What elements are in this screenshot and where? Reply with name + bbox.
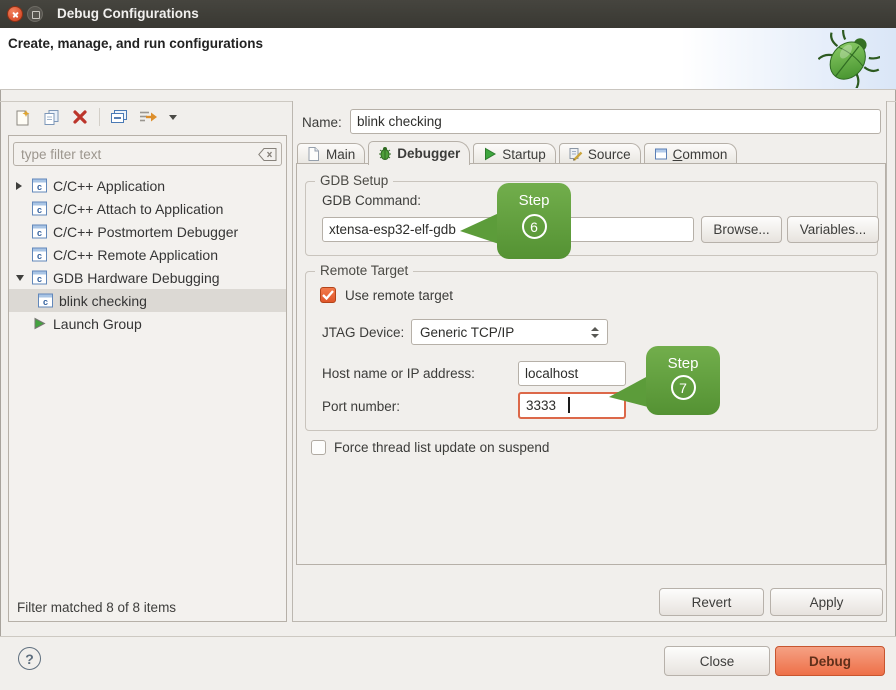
dialog-header: Create, manage, and run configurations [0,28,896,90]
tree-item-launch-group[interactable]: Launch Group [9,312,286,335]
tree-item-label: Launch Group [53,316,142,332]
step-7-callout: Step 7 [646,346,720,415]
tree-item-label: C/C++ Application [53,178,165,194]
use-remote-target-checkbox[interactable] [320,287,336,303]
svg-text:c: c [37,228,42,238]
jtag-device-combo[interactable]: Generic TCP/IP [411,319,608,345]
tab-debugger[interactable]: Debugger [368,141,470,165]
cpp-config-icon: c [32,224,47,239]
tab-main[interactable]: Main [297,143,365,164]
host-label: Host name or IP address: [322,366,475,381]
collapse-all-icon[interactable] [109,107,129,127]
text-cursor [568,397,570,413]
tab-common[interactable]: Common [644,143,738,164]
tree-item-cpp-postmortem[interactable]: c C/C++ Postmortem Debugger [9,220,286,243]
filter-status-text: Filter matched 8 of 8 items [17,600,176,615]
remote-target-group: Remote Target Use remote target JTAG Dev… [305,271,878,431]
apply-button[interactable]: Apply [770,588,883,616]
tree-item-label: C/C++ Remote Application [53,247,218,263]
startup-tab-icon [483,147,497,161]
cpp-config-icon: c [32,247,47,262]
tree-item-cpp-remote[interactable]: c C/C++ Remote Application [9,243,286,266]
toolbar-menu-arrow-icon[interactable] [167,107,179,127]
tab-source[interactable]: Source [559,143,641,164]
tab-startup[interactable]: Startup [473,143,556,164]
force-thread-label: Force thread list update on suspend [334,440,549,455]
launch-group-icon [32,316,47,331]
gdb-command-label: GDB Command: [322,193,421,208]
jtag-device-label: JTAG Device: [322,325,404,340]
cpp-config-icon: c [32,178,47,193]
source-tab-icon [569,147,583,161]
tree-item-label: C/C++ Attach to Application [53,201,223,217]
gdb-setup-group: GDB Setup GDB Command: Browse... Variabl… [305,181,878,256]
use-remote-target-label: Use remote target [345,288,453,303]
tree-item-cpp-attach[interactable]: c C/C++ Attach to Application [9,197,286,220]
common-tab-icon [654,147,668,161]
svg-text:c: c [37,251,42,261]
clear-filter-icon[interactable] [258,148,277,166]
variables-button[interactable]: Variables... [787,216,879,243]
step-7-number: 7 [671,375,696,400]
jtag-device-value: Generic TCP/IP [420,325,514,340]
tree-item-blink-checking-selected[interactable]: c blink checking [9,289,286,312]
gdb-setup-title: GDB Setup [315,173,393,188]
tree-item-label: GDB Hardware Debugging [53,270,220,286]
configurations-toolbar [12,104,179,130]
tree-item-cpp-application[interactable]: c C/C++ Application [9,174,286,197]
delete-configuration-icon[interactable] [70,107,90,127]
step-6-number: 6 [522,214,547,239]
help-button[interactable]: ? [18,647,41,670]
duplicate-configuration-icon[interactable] [41,107,61,127]
tree-item-label: C/C++ Postmortem Debugger [53,224,238,240]
title-bar: Debug Configurations [0,0,896,28]
debug-configurations-dialog: Debug Configurations Create, manage, and… [0,0,896,690]
remote-target-title: Remote Target [315,263,413,278]
step-6-callout: Step 6 [497,183,571,259]
tree-item-label: blink checking [59,293,147,309]
configurations-sidebar: c C/C++ Application c C/C++ Attach to Ap… [8,135,287,622]
svg-text:c: c [37,205,42,215]
window-restore-button[interactable] [27,6,43,22]
configurations-tree: c C/C++ Application c C/C++ Attach to Ap… [9,174,286,335]
expander-collapsed-icon[interactable] [16,182,29,190]
tree-item-gdb-hardware-debugging[interactable]: c GDB Hardware Debugging [9,266,286,289]
dialog-footer: ? Close Debug [0,637,896,690]
port-label: Port number: [322,399,400,414]
svg-text:c: c [37,182,42,192]
force-thread-checkbox[interactable] [311,440,326,455]
expander-expanded-icon[interactable] [16,275,29,281]
debugger-tab-content: GDB Setup GDB Command: Browse... Variabl… [296,163,886,565]
svg-text:c: c [43,297,48,307]
cpp-config-icon: c [38,293,53,308]
dialog-header-title: Create, manage, and run configurations [8,36,263,51]
cpp-config-icon: c [32,270,47,285]
step-7-callout-arrow [607,370,649,420]
filter-configurations-icon[interactable] [138,107,158,127]
main-tab-icon [307,147,321,161]
bug-icon [818,30,880,93]
step-6-callout-arrow [458,206,500,256]
revert-button[interactable]: Revert [659,588,764,616]
debugger-tab-icon [378,146,392,160]
window-close-button[interactable] [7,6,23,22]
debug-button[interactable]: Debug [775,646,885,676]
combo-spinner-icon [591,327,599,338]
configuration-tabs: Main Debugger Startup [297,140,737,164]
close-button[interactable]: Close [664,646,770,676]
browse-button[interactable]: Browse... [701,216,782,243]
svg-text:c: c [37,274,42,284]
new-configuration-icon[interactable] [12,107,32,127]
name-label: Name: [302,110,342,135]
cpp-config-icon: c [32,201,47,216]
window-title: Debug Configurations [57,0,199,28]
toolbar-separator [99,108,100,126]
name-input[interactable] [350,109,881,134]
configuration-detail-panel: Name: Main Debugge [292,101,887,622]
filter-input[interactable] [13,142,282,166]
